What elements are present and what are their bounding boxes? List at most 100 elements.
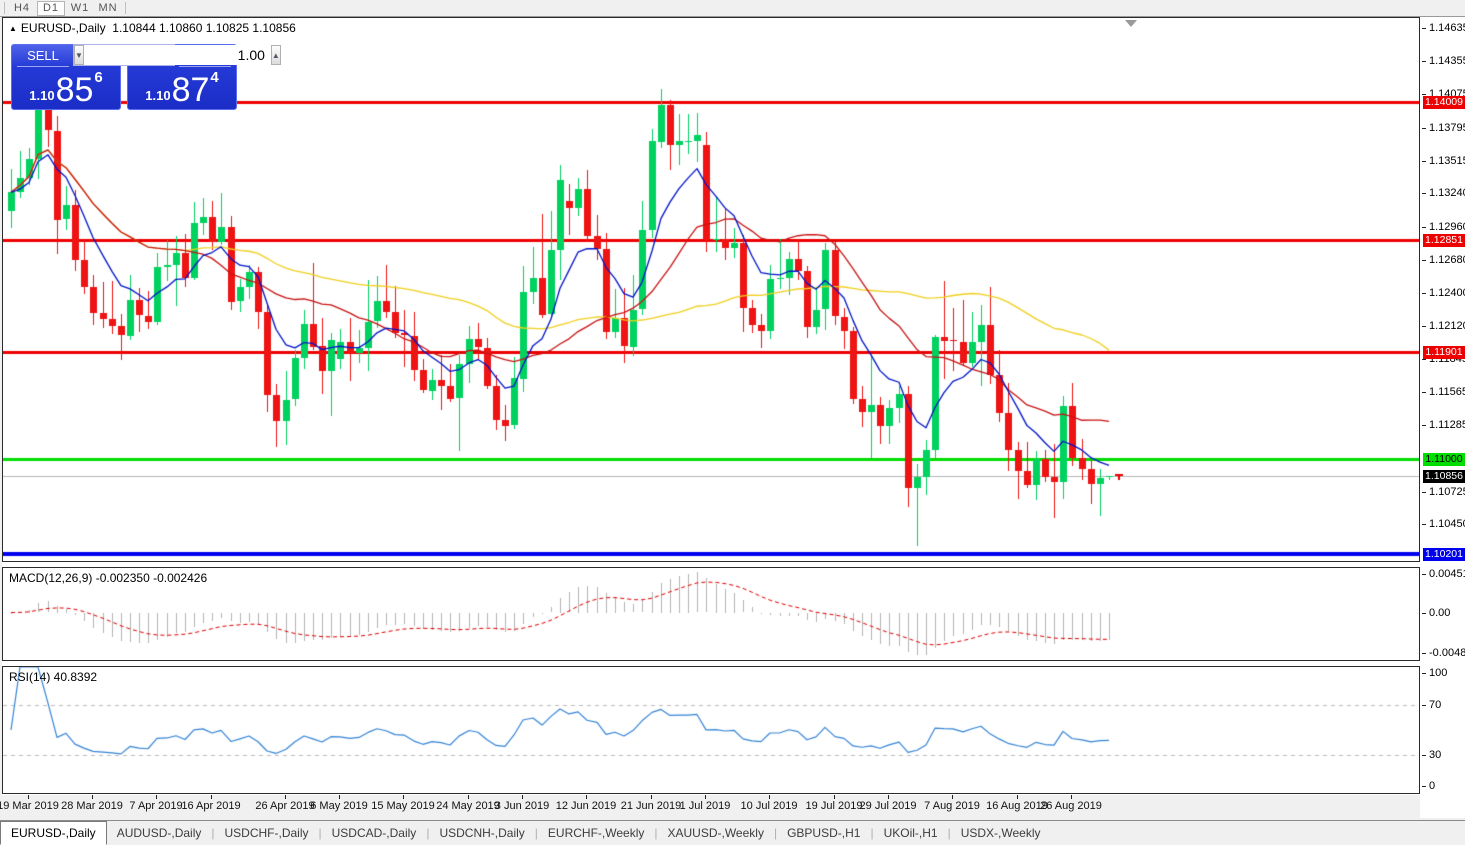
chart-tab-xauusdweekly[interactable]: XAUUSD-,Weekly [657, 823, 773, 844]
spin-down-icon: ▼ [75, 51, 83, 60]
price-tick-label: 1.13240 [1422, 187, 1465, 200]
sell-price: 1.10 85 6 [12, 67, 120, 107]
chart-ohlc-values: 1.10844 1.10860 1.10825 1.10856 [112, 21, 296, 35]
time-tick [1071, 795, 1072, 799]
chart-window: ▲ EURUSD-,Daily 1.10844 1.10860 1.10825 1… [2, 17, 1465, 818]
macd-tick-label: -0.004806 [1422, 647, 1465, 660]
rsi-title: RSI(14) 40.8392 [9, 670, 97, 684]
chart-tab-usdcnhdaily[interactable]: USDCNH-,Daily [429, 823, 534, 844]
time-tick [285, 795, 286, 799]
hline-price-badge: 1.12851 [1423, 234, 1465, 247]
hline-price-badge: 1.14009 [1423, 96, 1465, 109]
price-axis[interactable]: 1.146351.143551.140751.137951.135151.132… [1422, 17, 1465, 818]
time-tick-label: 26 Apr 2019 [255, 800, 314, 812]
time-tick [211, 795, 212, 799]
timeframe-button-h4[interactable]: H4 [9, 1, 35, 15]
rsi-tick-label: 30 [1422, 749, 1441, 762]
chart-tab-eurusddaily[interactable]: EURUSD-,Daily [0, 821, 107, 845]
time-tick-label: 26 Aug 2019 [1040, 800, 1102, 812]
volume-spinner: ▼ ▲ [73, 44, 175, 66]
price-tick-label: 1.14635 [1422, 22, 1465, 35]
hline-price-badge: 1.10201 [1423, 548, 1465, 561]
price-tick-label: 1.13795 [1422, 122, 1465, 135]
price-tick-label: 1.13515 [1422, 155, 1465, 168]
time-tick-label: 7 Apr 2019 [129, 800, 182, 812]
time-tick-label: 10 Jul 2019 [741, 800, 798, 812]
toolbar-divider [125, 2, 126, 14]
time-tick-label: 16 Apr 2019 [181, 800, 240, 812]
time-tick [28, 795, 29, 799]
chart-tab-bar: EURUSD-,DailyAUDUSD-,Daily|USDCHF-,Daily… [0, 820, 1465, 844]
time-tick-label: 7 Aug 2019 [924, 800, 980, 812]
time-tick-label: 16 Aug 2019 [986, 800, 1048, 812]
macd-tick-label: 0.004517 [1422, 568, 1465, 581]
volume-increase-button[interactable]: ▲ [271, 45, 281, 65]
time-tick [769, 795, 770, 799]
timeframe-toolbar: H4D1W1MN [0, 0, 1465, 17]
price-tick-label: 1.14355 [1422, 55, 1465, 68]
sell-price-prefix: 1.10 [29, 88, 54, 103]
time-tick [1017, 795, 1018, 799]
chart-tab-audusddaily[interactable]: AUDUSD-,Daily [107, 823, 212, 844]
chart-symbol-label: EURUSD-,Daily [21, 21, 106, 35]
one-click-trading-widget: SELL 1.10 85 6 BUY 1.10 87 4 ▼ ▲ [11, 44, 237, 110]
time-tick [705, 795, 706, 799]
price-tick-label: 1.12960 [1422, 221, 1465, 234]
buy-price-prefix: 1.10 [145, 88, 170, 103]
time-tick [586, 795, 587, 799]
macd-title: MACD(12,26,9) -0.002350 -0.002426 [9, 571, 207, 585]
time-tick-label: 29 Jul 2019 [860, 800, 917, 812]
mt4-terminal: { "toolbar": { "timeframes": [ {"label":… [0, 0, 1465, 843]
rsi-tick-label: 0 [1422, 780, 1435, 793]
chart-header: ▲ EURUSD-,Daily 1.10844 1.10860 1.10825 1… [9, 21, 296, 35]
main-chart-panel: ▲ EURUSD-,Daily 1.10844 1.10860 1.10825 1… [2, 17, 1420, 562]
time-tick [156, 795, 157, 799]
time-tick [92, 795, 93, 799]
hline-price-badge: 1.11000 [1423, 453, 1465, 466]
macd-canvas[interactable] [3, 568, 1419, 660]
time-axis[interactable]: 19 Mar 201928 Mar 20197 Apr 201916 Apr 2… [2, 795, 1420, 818]
buy-price-big: 87 [172, 73, 210, 107]
buy-price-pip: 4 [210, 69, 218, 86]
sell-button[interactable]: SELL [17, 48, 69, 67]
price-tick-label: 1.11285 [1422, 419, 1465, 432]
rsi-tick-label: 100 [1422, 667, 1447, 680]
time-tick-label: 3 Jun 2019 [495, 800, 549, 812]
chart-tab-ukoilh1[interactable]: UKOil-,H1 [874, 823, 948, 844]
time-tick [403, 795, 404, 799]
price-tick-label: 1.10725 [1422, 486, 1465, 499]
time-tick [522, 795, 523, 799]
macd-panel: MACD(12,26,9) -0.002350 -0.002426 [2, 567, 1420, 661]
time-tick-label: 28 Mar 2019 [61, 800, 123, 812]
objects-collapse-icon[interactable]: ▲ [9, 24, 17, 33]
price-tick-label: 1.10450 [1422, 518, 1465, 531]
current-price-badge: 1.10856 [1423, 470, 1465, 483]
chart-tab-usdxweekly[interactable]: USDX-,Weekly [951, 823, 1051, 844]
price-tick-label: 1.12680 [1422, 254, 1465, 267]
volume-input[interactable] [84, 45, 271, 65]
rsi-tick-label: 70 [1422, 699, 1441, 712]
volume-decrease-button[interactable]: ▼ [74, 45, 84, 65]
chart-tab-eurchfweekly[interactable]: EURCHF-,Weekly [538, 823, 654, 844]
timeframe-button-d1[interactable]: D1 [37, 1, 65, 16]
spin-up-icon: ▲ [272, 51, 280, 60]
macd-tick-label: 0.00 [1422, 607, 1450, 620]
chart-tab-usdchfdaily[interactable]: USDCHF-,Daily [215, 823, 319, 844]
price-tick-label: 1.12400 [1422, 287, 1465, 300]
price-tick-label: 1.12120 [1422, 320, 1465, 333]
time-tick [888, 795, 889, 799]
time-tick [339, 795, 340, 799]
timeframe-button-w1[interactable]: W1 [67, 1, 93, 15]
time-tick [834, 795, 835, 799]
chart-shift-marker[interactable] [1125, 20, 1137, 27]
price-tick-label: 1.11565 [1422, 386, 1465, 399]
time-tick-label: 6 May 2019 [310, 800, 367, 812]
rsi-canvas[interactable] [3, 667, 1419, 793]
buy-price: 1.10 87 4 [128, 67, 236, 107]
time-tick [651, 795, 652, 799]
chart-tab-gbpusdh1[interactable]: GBPUSD-,H1 [777, 823, 870, 844]
timeframe-button-mn[interactable]: MN [95, 1, 121, 15]
time-tick-label: 1 Jul 2019 [680, 800, 731, 812]
time-tick-label: 12 Jun 2019 [556, 800, 617, 812]
chart-tab-usdcaddaily[interactable]: USDCAD-,Daily [322, 823, 427, 844]
